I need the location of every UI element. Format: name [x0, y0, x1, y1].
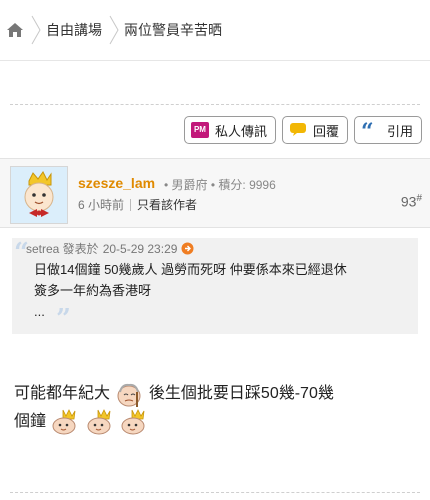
quote-icon: “ — [361, 119, 381, 145]
crown-baby-emoji-icon — [87, 409, 111, 435]
user-rank: • 男爵府 • 積分: 9996 — [164, 178, 276, 192]
post-meta: 6 小時前 只看該作者 — [78, 196, 197, 213]
quote-timestamp: 20-5-29 23:29 — [102, 241, 178, 256]
quote-header: setrea 發表於 20-5-29 23:29 — [26, 240, 194, 257]
only-author-link[interactable]: 只看該作者 — [137, 196, 197, 213]
crown-baby-emoji-icon — [52, 409, 76, 435]
username[interactable]: szesze_lam — [78, 175, 155, 191]
breadcrumb-item-thread[interactable]: 兩位警員辛苦晒 — [120, 14, 228, 46]
chevron-right-icon — [31, 15, 41, 45]
breadcrumb-item-forum[interactable]: 自由講場 — [42, 14, 108, 46]
reply-button[interactable]: 回覆 — [281, 116, 348, 144]
top-bar: 自由講場 兩位警員辛苦晒 — [0, 0, 430, 62]
chevron-right-icon — [109, 15, 119, 45]
divider — [130, 198, 132, 211]
pm-button[interactable]: PM 私人傳訊 — [183, 116, 276, 144]
crown-baby-emoji-icon — [121, 409, 145, 435]
quote-author: setrea 發表於 — [26, 242, 99, 256]
quote-button[interactable]: “ 引用 — [353, 116, 422, 145]
breadcrumb: 自由講場 兩位警員辛苦晒 — [0, 14, 228, 46]
old-man-emoji-icon — [117, 383, 141, 407]
quote-text: 日做14個鐘 50幾歲人 過勞而死呀 仲要係本來已經退休 簽多一年約為香港呀 .… — [34, 262, 347, 319]
divider — [10, 492, 420, 493]
post-actions: PM 私人傳訊 回覆 “ 引用 — [183, 116, 422, 145]
post-content: 可能都年紀大 後生個批要日踩50幾-70幾 個鐘 — [14, 380, 420, 436]
speech-bubble-icon — [289, 122, 307, 139]
home-icon[interactable] — [0, 14, 30, 46]
divider — [0, 60, 430, 61]
pm-icon: PM — [190, 122, 209, 138]
svg-text:“: “ — [361, 121, 374, 137]
avatar[interactable] — [10, 166, 68, 224]
divider — [10, 104, 420, 105]
post-time: 6 小時前 — [78, 198, 125, 212]
goto-post-icon[interactable] — [181, 242, 194, 255]
close-quote-icon: ” — [56, 304, 71, 334]
floor-number[interactable]: 93# — [401, 193, 422, 210]
